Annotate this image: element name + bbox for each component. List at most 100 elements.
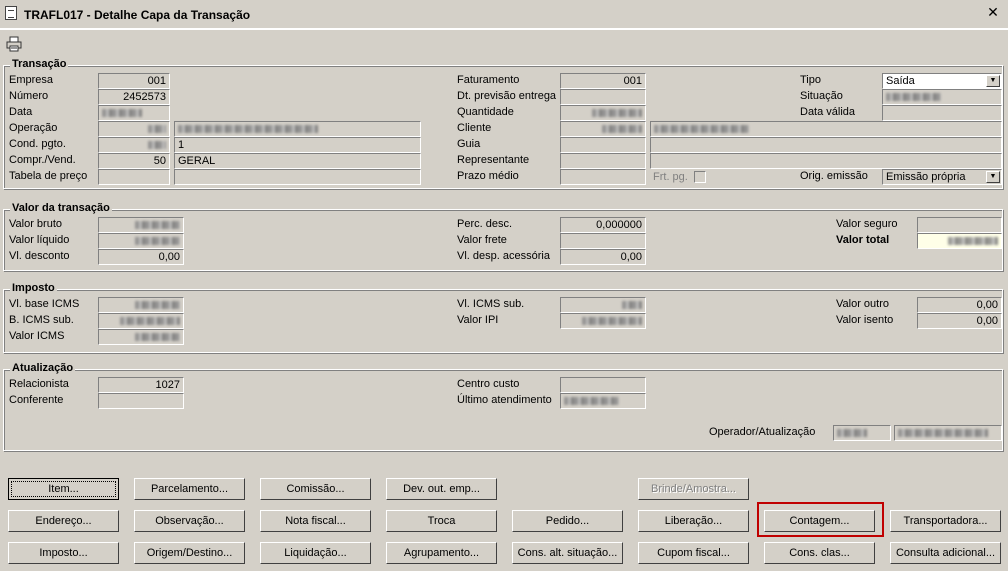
valor-total-label: Valor total (836, 234, 890, 246)
nota-fiscal-button[interactable]: Nota fiscal... (260, 510, 371, 532)
faturamento-field[interactable]: 001 (560, 73, 646, 89)
centro-custo-field[interactable] (560, 377, 646, 393)
quantidade-field[interactable] (560, 105, 646, 121)
data-valida-label: Data válida (800, 106, 856, 118)
transportadora-button[interactable]: Transportadora... (890, 510, 1001, 532)
cupom-fiscal-button[interactable]: Cupom fiscal... (638, 542, 749, 564)
b-icms-sub-field[interactable] (98, 313, 184, 329)
cliente-label: Cliente (457, 122, 492, 134)
frt-pg-checkbox[interactable] (694, 171, 706, 183)
vl-desp-field[interactable]: 0,00 (560, 249, 646, 265)
parcelamento-button[interactable]: Parcelamento... (134, 478, 245, 500)
empresa-field[interactable]: 001 (98, 73, 170, 89)
cliente-code-field[interactable] (560, 121, 646, 137)
guia-desc-field (650, 137, 1002, 153)
cond-pgto-code-field[interactable] (98, 137, 170, 153)
valor-frete-field[interactable] (560, 233, 646, 249)
numero-field[interactable]: 2452573 (98, 89, 170, 105)
window-title: TRAFL017 - Detalhe Capa da Transação (24, 8, 251, 22)
cond-pgto-label: Cond. pgto. (9, 138, 66, 150)
tipo-select[interactable]: Saída ▼ (882, 73, 1002, 89)
data-field[interactable] (98, 105, 170, 121)
valor-seguro-field[interactable] (917, 217, 1002, 233)
valor-ipi-label: Valor IPI (457, 314, 499, 326)
cliente-desc-field (650, 121, 1002, 137)
contagem-highlight-box (757, 502, 884, 537)
vl-icms-sub-field[interactable] (560, 297, 646, 313)
prazo-medio-field[interactable] (560, 169, 646, 185)
dt-previsao-field[interactable] (560, 89, 646, 105)
liberacao-button[interactable]: Liberação... (638, 510, 749, 532)
perc-desc-label: Perc. desc. (457, 218, 513, 230)
valor-bruto-label: Valor bruto (9, 218, 62, 230)
endereco-button[interactable]: Endereço... (8, 510, 119, 532)
conferente-label: Conferente (9, 394, 64, 406)
close-button[interactable]: ✕ (984, 4, 1002, 20)
relacionista-field[interactable]: 1027 (98, 377, 184, 393)
imposto-button[interactable]: Imposto... (8, 542, 119, 564)
agrupamento-button[interactable]: Agrupamento... (386, 542, 497, 564)
b-icms-sub-label: B. ICMS sub. (9, 314, 74, 326)
document-icon (5, 6, 17, 20)
valor-total-field[interactable] (917, 233, 1002, 249)
cons-alt-situacao-button[interactable]: Cons. alt. situação... (512, 542, 623, 564)
valor-liquido-label: Valor líquido (9, 234, 70, 246)
relacionista-label: Relacionista (9, 378, 69, 390)
atualizacao-legend: Atualização (10, 362, 76, 374)
operacao-code-field[interactable] (98, 121, 170, 137)
conferente-field[interactable] (98, 393, 184, 409)
valor-bruto-field[interactable] (98, 217, 184, 233)
observacao-button[interactable]: Observação... (134, 510, 245, 532)
prazo-medio-label: Prazo médio (457, 170, 519, 182)
chevron-down-icon[interactable]: ▼ (986, 75, 1000, 87)
pedido-button[interactable]: Pedido... (512, 510, 623, 532)
vl-desconto-field[interactable]: 0,00 (98, 249, 184, 265)
vl-desp-label: Vl. desp. acessória (457, 250, 550, 262)
compr-vend-desc-field: GERAL (174, 153, 421, 169)
representante-label: Representante (457, 154, 530, 166)
cond-pgto-desc-field: 1 (174, 137, 421, 153)
ultimo-atendimento-field[interactable] (560, 393, 646, 409)
representante-code-field[interactable] (560, 153, 646, 169)
dev-out-emp-button[interactable]: Dev. out. emp... (386, 478, 497, 500)
valor-icms-field[interactable] (98, 329, 184, 345)
operador-label: Operador/Atualização (709, 426, 816, 438)
ultimo-atendimento-label: Último atendimento (457, 394, 552, 406)
orig-emissao-select[interactable]: Emissão própria ▼ (882, 169, 1002, 185)
situacao-field[interactable] (882, 89, 1002, 105)
tabela-preco-label: Tabela de preço (9, 170, 88, 182)
tabela-preco-code-field[interactable] (98, 169, 170, 185)
compr-vend-code-field[interactable]: 50 (98, 153, 170, 169)
atualizacao-date-field (894, 425, 1002, 441)
valor-isento-field[interactable]: 0,00 (917, 313, 1002, 329)
valor-legend: Valor da transação (10, 202, 112, 214)
numero-label: Número (9, 90, 49, 102)
valor-liquido-field[interactable] (98, 233, 184, 249)
valor-outro-label: Valor outro (836, 298, 889, 310)
chevron-down-icon[interactable]: ▼ (986, 171, 1000, 183)
compr-vend-label: Compr./Vend. (9, 154, 76, 166)
printer-icon[interactable] (6, 36, 22, 52)
tabela-preco-desc-field (174, 169, 421, 185)
vl-base-icms-field[interactable] (98, 297, 184, 313)
frt-pg-label: Frt. pg. (653, 171, 688, 183)
dt-previsao-label: Dt. previsão entrega (457, 90, 557, 102)
operacao-desc-field (174, 121, 421, 137)
perc-desc-field[interactable]: 0,000000 (560, 217, 646, 233)
operacao-label: Operação (9, 122, 58, 134)
consulta-adicional-button[interactable]: Consulta adicional... (890, 542, 1001, 564)
comissao-button[interactable]: Comissão... (260, 478, 371, 500)
valor-seguro-label: Valor seguro (836, 218, 898, 230)
valor-outro-field[interactable]: 0,00 (917, 297, 1002, 313)
item-button[interactable]: Item... (8, 478, 119, 500)
cons-clas-button[interactable]: Cons. clas... (764, 542, 875, 564)
brinde-amostra-button[interactable]: Brinde/Amostra... (638, 478, 749, 500)
troca-button[interactable]: Troca (386, 510, 497, 532)
orig-emissao-label: Orig. emissão (800, 170, 868, 182)
guia-code-field[interactable] (560, 137, 646, 153)
toolbar (0, 29, 1008, 60)
data-valida-field[interactable] (882, 105, 1002, 121)
liquidacao-button[interactable]: Liquidação... (260, 542, 371, 564)
origem-destino-button[interactable]: Origem/Destino... (134, 542, 245, 564)
valor-ipi-field[interactable] (560, 313, 646, 329)
